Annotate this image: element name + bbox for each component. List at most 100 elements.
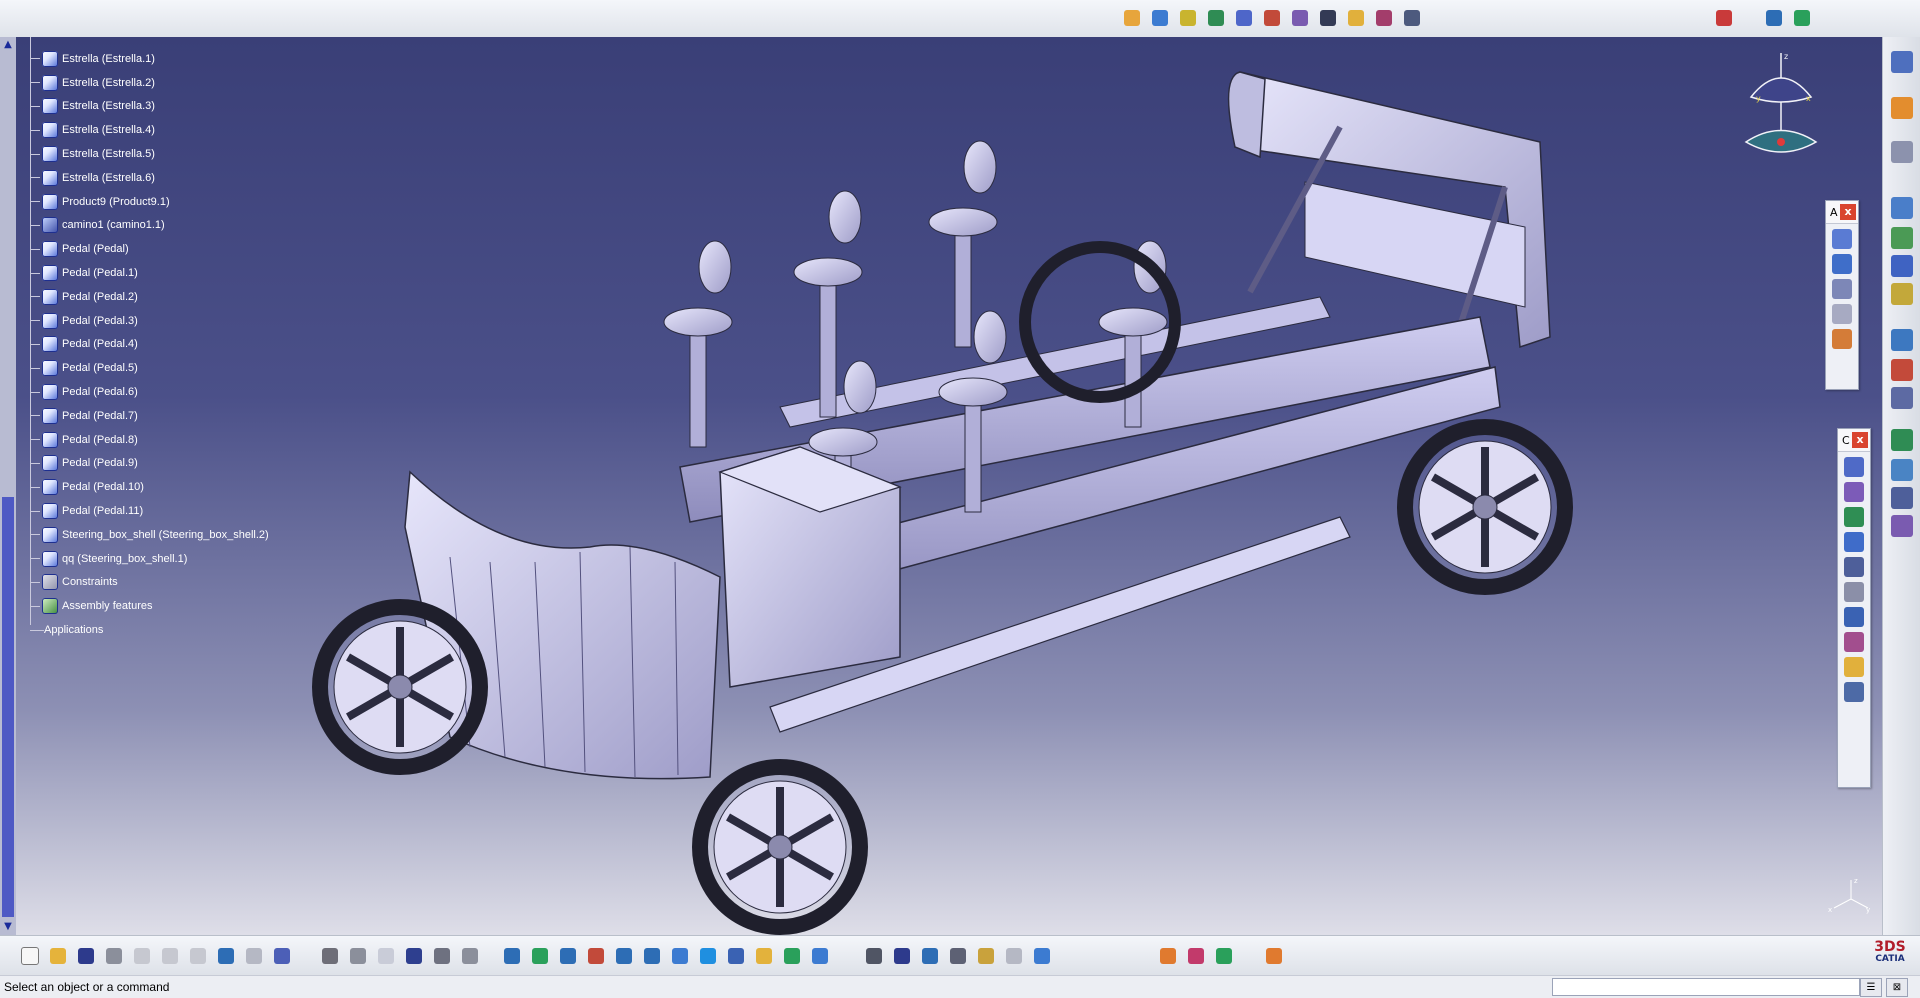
tree-item[interactable]: Constraints [26,571,269,595]
rules-icon[interactable] [1176,6,1200,30]
dimension-icon[interactable] [1832,229,1852,249]
measure-between-icon[interactable] [918,944,942,968]
rotate-icon[interactable] [584,944,608,968]
iso-view-icon[interactable] [724,944,748,968]
tree-item[interactable]: Estrella (Estrella.4) [26,118,269,142]
analysis-icon[interactable] [1260,6,1284,30]
check-icon[interactable] [1204,6,1228,30]
multi-view-icon[interactable] [696,944,720,968]
distance-icon[interactable] [1891,487,1913,509]
zoom-out-icon[interactable] [640,944,664,968]
swap-visible-icon[interactable] [808,944,832,968]
undo-icon[interactable] [214,944,238,968]
tree-item[interactable]: Pedal (Pedal.2) [26,285,269,309]
manipulation-icon[interactable] [1891,329,1913,351]
fly-mode-icon[interactable] [500,944,524,968]
link-icon[interactable] [374,944,398,968]
tree-item[interactable]: Pedal (Pedal.5) [26,356,269,380]
save-icon[interactable] [74,944,98,968]
knowledge-icon[interactable] [1120,6,1144,30]
settings-icon[interactable] [1400,6,1424,30]
tree-item[interactable]: Estrella (Estrella.3) [26,95,269,119]
offset-constraint-icon[interactable] [1844,507,1864,527]
angle-constraint-icon[interactable] [1844,532,1864,552]
pointer-icon[interactable] [1891,97,1913,119]
tree-item[interactable]: Pedal (Pedal.6) [26,380,269,404]
redo-icon[interactable] [242,944,266,968]
pan-icon[interactable] [556,944,580,968]
tree-item[interactable]: Estrella (Estrella.6) [26,166,269,190]
tree-item[interactable]: Pedal (Pedal.1) [26,261,269,285]
flexible-rigid-icon[interactable] [1844,632,1864,652]
measure-item-icon[interactable] [946,944,970,968]
table-icon[interactable] [1288,6,1312,30]
formula-fx-icon[interactable] [318,944,342,968]
change-constraint-icon[interactable] [1844,657,1864,677]
tree-item[interactable]: Pedal (Pedal.10) [26,475,269,499]
contact-constraint-icon[interactable] [1844,482,1864,502]
command-input[interactable] [1552,978,1860,996]
print-icon[interactable] [102,944,126,968]
tree-item[interactable]: Pedal (Pedal.9) [26,452,269,476]
fix-component-icon[interactable] [1844,557,1864,577]
formula-icon[interactable] [1148,6,1172,30]
measure-icon[interactable] [458,944,482,968]
new-document-icon[interactable] [18,944,42,968]
power-input-icon[interactable]: ⊠ [1886,978,1908,997]
insert-product-icon[interactable] [1891,227,1913,249]
tree-item[interactable]: Assembly features [26,594,269,618]
tree-item[interactable]: Steering_box_shell (Steering_box_shell.2… [26,523,269,547]
explode-icon[interactable] [1891,387,1913,409]
open-icon[interactable] [46,944,70,968]
tree-item[interactable]: Estrella (Estrella.2) [26,71,269,95]
tree-item[interactable]: Estrella (Estrella.5) [26,142,269,166]
compass-icon[interactable]: z y x [1726,47,1836,157]
copy-icon[interactable] [158,944,182,968]
scene-icon[interactable] [1002,944,1026,968]
table-grid-icon[interactable] [402,944,426,968]
snap-icon[interactable] [1891,359,1913,381]
view-icon[interactable] [1762,6,1786,30]
quick-constraint-icon[interactable] [1844,607,1864,627]
normal-view-icon[interactable] [668,944,692,968]
paste-icon[interactable] [186,944,210,968]
update-icon[interactable] [890,944,914,968]
fix-together-icon[interactable] [1844,582,1864,602]
parameter-icon[interactable] [1372,6,1396,30]
scroll-up-arrow-icon[interactable]: ▲ [2,39,14,51]
dictionary-icon[interactable] [1344,6,1368,30]
coincidence-constraint-icon[interactable] [1844,457,1864,477]
bill-of-material-icon[interactable] [1891,515,1913,537]
annotation-panel-title[interactable]: A x [1826,201,1858,224]
capture-icon[interactable] [862,944,886,968]
cut-icon[interactable] [130,944,154,968]
tree-item[interactable]: Product9 (Product9.1) [26,190,269,214]
tree-item[interactable]: Pedal (Pedal.4) [26,333,269,357]
hide-show-icon[interactable] [780,944,804,968]
measure-inertia-icon[interactable] [974,944,998,968]
flag-note-icon[interactable] [1832,279,1852,299]
tree-item[interactable]: Estrella (Estrella.1) [26,47,269,71]
render-icon[interactable] [1156,944,1180,968]
view-normal-icon[interactable] [1790,6,1814,30]
workbench-icon[interactable] [1712,6,1736,30]
constraints-panel-title[interactable]: C x [1838,429,1870,452]
3d-viewport[interactable]: ▲ ▼ Estrella (Estrella.1) Estrella (Estre… [0,37,1882,935]
sectioning-icon[interactable] [1891,459,1913,481]
tree-item[interactable]: Pedal (Pedal) [26,237,269,261]
annotation-plane-icon[interactable] [1832,329,1852,349]
command-list-icon[interactable]: ☰ [1860,978,1882,997]
clash-icon[interactable] [1891,429,1913,451]
shading-icon[interactable] [752,944,776,968]
zoom-in-icon[interactable] [612,944,636,968]
annotation-panel-close-button[interactable]: x [1840,204,1856,220]
weld-icon[interactable] [1832,304,1852,324]
catalog-icon[interactable] [1316,6,1340,30]
vehicle-model[interactable] [300,47,1600,935]
scroll-down-arrow-icon[interactable]: ▼ [2,921,14,933]
insert-component-icon[interactable] [1891,197,1913,219]
tree-item[interactable]: Pedal (Pedal.7) [26,404,269,428]
reaction-icon[interactable] [1232,6,1256,30]
tree-item[interactable]: Pedal (Pedal.8) [26,428,269,452]
reuse-pattern-icon[interactable] [1844,682,1864,702]
